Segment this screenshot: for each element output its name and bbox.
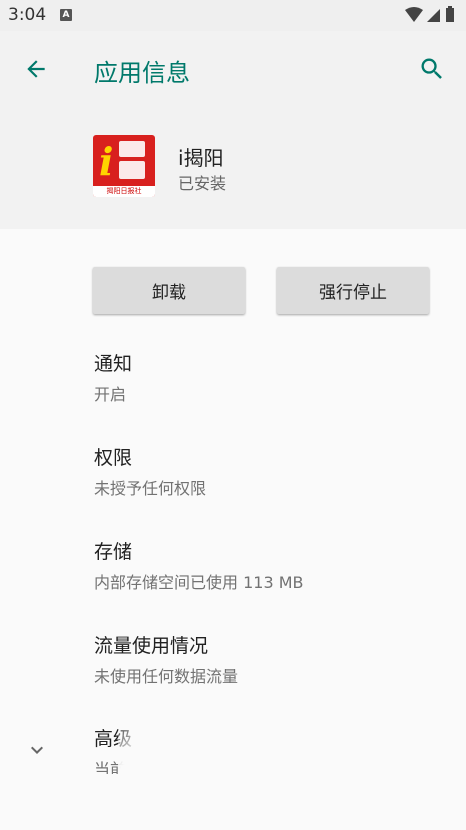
- wifi-icon: [405, 7, 423, 22]
- force-stop-button[interactable]: 强行停止: [277, 267, 429, 314]
- app-icon: i 揭阳日报社: [93, 135, 155, 197]
- chevron-down-icon[interactable]: [25, 738, 49, 762]
- item-title: 存储: [94, 541, 133, 563]
- item-subtitle: 未使用任何数据流量: [94, 667, 239, 686]
- search-icon: [421, 58, 442, 79]
- svg-text:i: i: [99, 139, 113, 184]
- a-icon: A: [60, 9, 72, 21]
- storage-item[interactable]: 存储 内部存储空间已使用 113 MB: [94, 537, 304, 593]
- fade-overlay: [118, 716, 466, 830]
- status-time: 3:04: [8, 5, 47, 25]
- app-icon-caption: 揭阳日报社: [93, 186, 155, 197]
- status-bar: 3:04 A: [0, 0, 466, 31]
- uninstall-button[interactable]: 卸载: [93, 267, 245, 314]
- item-subtitle: 内部存储空间已使用 113 MB: [94, 573, 304, 592]
- app-name: i揭阳: [178, 146, 224, 170]
- permissions-item[interactable]: 权限 未授予任何权限: [94, 443, 206, 499]
- notifications-item[interactable]: 通知 开启: [94, 349, 132, 405]
- item-subtitle: 开启: [94, 385, 127, 404]
- item-title: 通知: [94, 353, 133, 375]
- data-usage-item[interactable]: 流量使用情况 未使用任何数据流量: [94, 631, 238, 687]
- status-icons: [404, 6, 458, 24]
- search-button[interactable]: [416, 53, 448, 85]
- item-subtitle: 未授予任何权限: [94, 479, 207, 498]
- app-info-header: 应用信息 i 揭阳日报社 i揭阳 已安装: [0, 31, 466, 229]
- signal-icon: [427, 9, 440, 22]
- battery-icon: [446, 8, 454, 22]
- arrow-back-icon: [27, 60, 45, 78]
- item-title: 权限: [94, 447, 133, 469]
- app-install-status: 已安装: [178, 174, 227, 193]
- item-title: 流量使用情况: [94, 635, 209, 657]
- back-button[interactable]: [20, 53, 52, 85]
- page-title: 应用信息: [94, 59, 190, 87]
